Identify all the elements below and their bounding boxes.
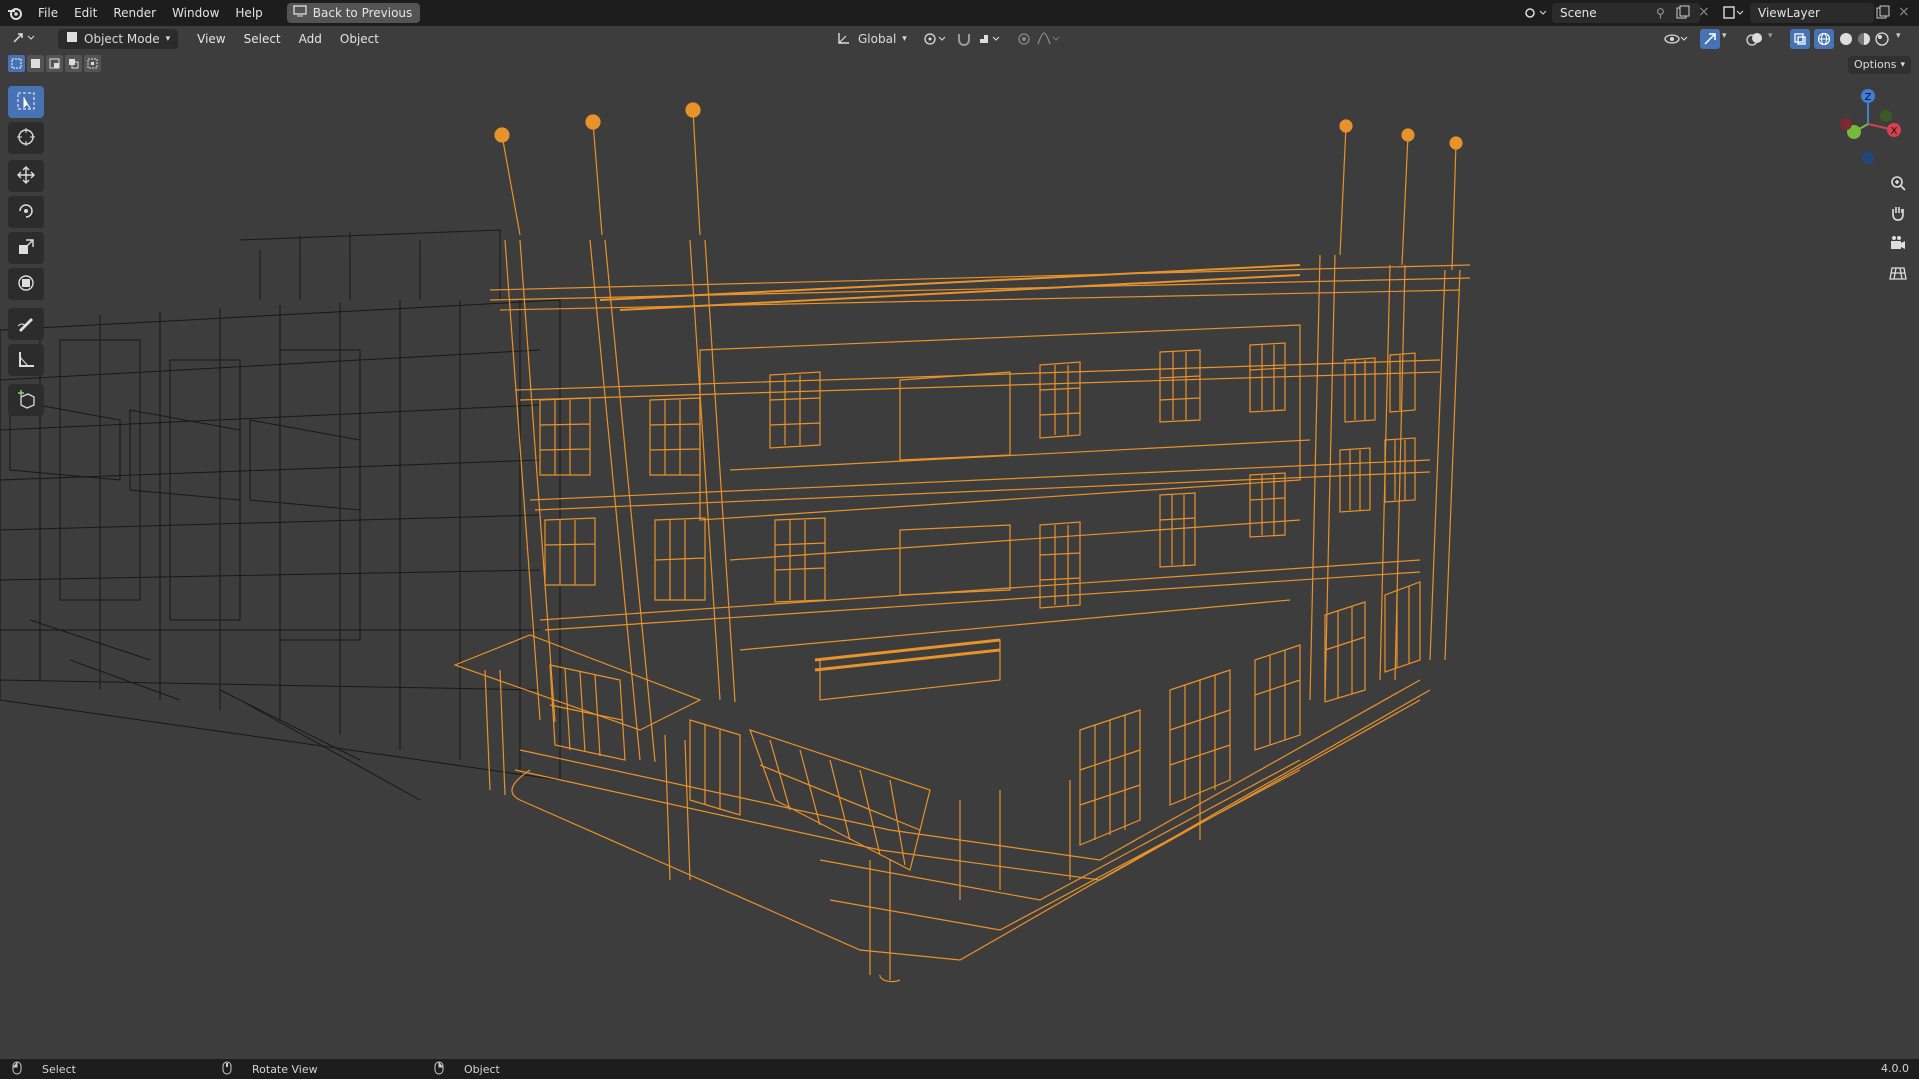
delete-scene-icon[interactable]: × — [1698, 4, 1710, 20]
menu-file[interactable]: File — [30, 0, 66, 26]
zoom-view-button[interactable] — [1884, 170, 1912, 198]
view-layer-name: ViewLayer — [1758, 6, 1820, 20]
x-axis-label: X — [1891, 126, 1898, 137]
viewlayer-icon[interactable] — [1722, 5, 1744, 24]
menu-edit[interactable]: Edit — [66, 0, 105, 26]
annotate-icon — [16, 313, 36, 336]
menu-object[interactable]: Object — [331, 32, 388, 46]
menu-add[interactable]: Add — [290, 32, 331, 46]
mouse-left-icon — [12, 1061, 22, 1078]
shading-solid-icon[interactable] — [1838, 31, 1854, 50]
menu-select[interactable]: Select — [235, 32, 290, 46]
object-mode-icon — [66, 29, 78, 49]
neg-z-axis-ball[interactable] — [1862, 152, 1874, 164]
visibility-eye-icon[interactable] — [1664, 31, 1690, 50]
viewport-3d[interactable] — [0, 52, 1919, 1059]
menu-help[interactable]: Help — [227, 0, 270, 26]
measure-tool[interactable] — [8, 344, 44, 376]
shading-wireframe-icon[interactable] — [1814, 29, 1834, 49]
object-mode-label: Object Mode — [84, 32, 160, 46]
cursor-icon — [16, 127, 36, 150]
blender-logo-icon[interactable] — [0, 5, 30, 21]
hand-icon — [1889, 204, 1907, 225]
scale-icon — [16, 237, 36, 260]
back-to-previous-button[interactable]: Back to Previous — [286, 3, 421, 23]
camera-icon — [1889, 234, 1907, 255]
proportional-editing-icon[interactable] — [1016, 31, 1032, 50]
pivot-point-icon[interactable] — [922, 31, 948, 50]
status-select-hint: Select — [12, 1061, 76, 1078]
delete-viewlayer-icon[interactable]: × — [1898, 4, 1910, 20]
menu-window[interactable]: Window — [164, 0, 227, 26]
scale-tool[interactable] — [8, 232, 44, 264]
pan-view-button[interactable] — [1884, 200, 1912, 228]
version-label: 4.0.0 — [1881, 1062, 1909, 1075]
z-axis-label: Z — [1865, 92, 1872, 103]
perspective-toggle-button[interactable] — [1884, 260, 1912, 288]
orientation-label: Global — [858, 32, 897, 46]
move-tool[interactable] — [8, 160, 44, 192]
navigation-gizmo[interactable]: Z X — [1830, 86, 1910, 166]
overlays-icon[interactable] — [1746, 31, 1764, 50]
neg-y-axis-ball[interactable] — [1880, 110, 1892, 122]
rotate-icon — [16, 201, 36, 224]
selected-building-wireframe — [453, 102, 1471, 983]
transform-orientation-dropdown[interactable]: Global ▾ — [836, 29, 907, 49]
chevron-down-icon: ▾ — [165, 34, 171, 44]
scene-name: Scene — [1560, 6, 1597, 20]
add-cube-tool[interactable] — [8, 384, 44, 416]
menu-view[interactable]: View — [188, 32, 234, 46]
view-layer-field[interactable]: ViewLayer — [1750, 3, 1874, 23]
zoom-icon — [1889, 174, 1907, 195]
object-mode-dropdown[interactable]: Object Mode ▾ — [58, 29, 179, 49]
scene-icon[interactable] — [1524, 5, 1547, 24]
select-box-tool[interactable] — [8, 86, 44, 118]
camera-view-button[interactable] — [1884, 230, 1912, 258]
move-icon — [16, 165, 36, 188]
status-rotate-hint: Rotate View — [222, 1061, 318, 1078]
pin-icon[interactable]: ⚲ — [1656, 6, 1665, 20]
shading-rendered-icon[interactable] — [1874, 31, 1890, 50]
gizmo-toggle-icon[interactable] — [1700, 29, 1720, 49]
transform-icon — [16, 273, 36, 296]
grid-icon — [1889, 264, 1907, 285]
neg-x-axis-ball[interactable] — [1840, 118, 1852, 130]
back-screen-icon — [293, 3, 307, 23]
status-object-label: Object — [464, 1063, 500, 1076]
shading-material-icon[interactable] — [1856, 31, 1872, 50]
status-object-hint: Object — [434, 1061, 500, 1078]
xray-toggle-icon[interactable] — [1790, 29, 1810, 49]
transform-tool[interactable] — [8, 268, 44, 300]
new-viewlayer-icon[interactable] — [1876, 5, 1890, 22]
mouse-right-icon — [434, 1061, 444, 1078]
tool-shelf — [8, 86, 48, 420]
status-bar: Select Rotate View Object 4.0.0 — [0, 1059, 1919, 1079]
snap-target-icon[interactable] — [978, 31, 1004, 50]
chevron-down-icon: ▾ — [902, 34, 907, 44]
annotate-tool[interactable] — [8, 308, 44, 340]
select-box-icon — [16, 91, 36, 114]
shading-dropdown-icon[interactable]: ▾ — [1896, 31, 1901, 41]
new-scene-icon[interactable] — [1676, 5, 1690, 22]
cursor-tool[interactable] — [8, 122, 44, 154]
overlays-dropdown-icon[interactable]: ▾ — [1768, 31, 1773, 41]
falloff-icon[interactable] — [1036, 31, 1062, 50]
gizmo-dropdown-icon[interactable]: ▾ — [1722, 31, 1727, 41]
orientation-axes-icon — [836, 30, 852, 49]
add-cube-icon — [16, 389, 36, 412]
status-rotate-label: Rotate View — [252, 1063, 318, 1076]
back-to-previous-label: Back to Previous — [312, 6, 413, 20]
background-building-wireframe — [0, 229, 561, 801]
status-select-label: Select — [42, 1063, 76, 1076]
snap-magnet-icon[interactable] — [956, 31, 972, 50]
measure-icon — [16, 349, 36, 372]
mouse-middle-icon — [222, 1061, 232, 1078]
rotate-tool[interactable] — [8, 196, 44, 228]
menu-render[interactable]: Render — [105, 0, 164, 26]
editor-type-icon[interactable] — [12, 30, 38, 49]
